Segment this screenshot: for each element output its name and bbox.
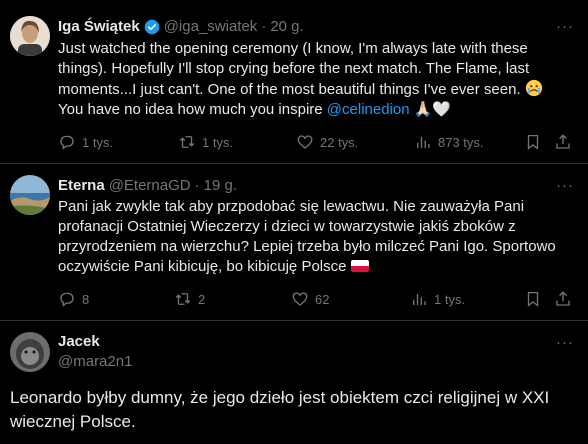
tweet-text: Pani jak zwykle tak aby przpodobać się l… — [58, 197, 574, 277]
heart-icon — [297, 135, 313, 149]
like-button[interactable]: 62 — [291, 290, 410, 308]
views-count: 873 tys. — [438, 134, 484, 150]
separator-dot: · — [261, 18, 267, 35]
heart-icon — [292, 292, 308, 306]
reply-count: 8 — [82, 291, 90, 307]
retweet-button[interactable]: 2 — [174, 290, 291, 308]
verified-badge-icon — [144, 19, 159, 34]
more-options-button[interactable]: ··· — [556, 334, 574, 351]
tweet-text: Leonardo byłby dumny, że jego dzieło jes… — [10, 388, 550, 431]
divider — [0, 163, 588, 164]
crying-face-icon — [525, 79, 542, 97]
like-count: 62 — [315, 291, 330, 307]
avatar[interactable] — [10, 16, 50, 56]
views-icon — [413, 293, 426, 305]
tweet-actions: 1 tys. 1 tys. 22 tys. 873 tys. — [58, 132, 574, 152]
like-count: 22 tys. — [320, 134, 359, 150]
tweet-text-second: You have no idea how much you inspire — [58, 101, 327, 118]
views-icon — [417, 136, 430, 148]
tweet-text: Just watched the opening ceremony (I kno… — [58, 39, 574, 120]
share-icon — [556, 134, 570, 149]
timestamp[interactable]: 20 g. — [270, 18, 303, 35]
timestamp[interactable]: 19 g. — [204, 177, 237, 194]
tweet-text-main: Pani jak zwykle tak aby przpodobać się l… — [58, 198, 556, 275]
like-button[interactable]: 22 tys. — [296, 133, 414, 151]
author-name[interactable]: Jacek — [58, 333, 100, 351]
tweet-emoji-end: 🙏🏻🤍 — [413, 101, 452, 118]
share-button[interactable] — [554, 290, 574, 308]
views-button[interactable]: 1 tys. — [410, 290, 524, 308]
author-name[interactable]: Eterna — [58, 177, 105, 194]
views-button[interactable]: 873 tys. — [414, 133, 524, 151]
author-handle[interactable]: @iga_swiatek — [164, 18, 258, 35]
retweet-count: 2 — [198, 291, 206, 307]
reply-button[interactable]: 1 tys. — [58, 133, 178, 151]
tweet-header: Iga Świątek @iga_swiatek · 20 g. — [58, 18, 304, 35]
avatar[interactable] — [10, 175, 50, 215]
retweet-icon — [179, 136, 195, 148]
bookmark-icon — [527, 134, 539, 150]
more-options-button[interactable]: ··· — [556, 18, 574, 35]
poland-flag-icon — [350, 260, 369, 272]
mention-link[interactable]: @celinedion — [327, 101, 410, 118]
views-count: 1 tys. — [434, 291, 466, 307]
reply-icon — [60, 292, 74, 307]
divider — [0, 320, 588, 321]
retweet-icon — [175, 293, 191, 305]
author-handle[interactable]: @mara2n1 — [58, 353, 132, 371]
share-icon — [556, 291, 570, 306]
tweet-actions: 8 2 62 1 tys. — [58, 289, 574, 309]
reply-button[interactable]: 8 — [58, 290, 174, 308]
bookmark-icon — [527, 291, 539, 307]
author-handle[interactable]: @EternaGD — [109, 177, 191, 194]
bookmark-button[interactable] — [524, 290, 554, 308]
author-name[interactable]: Iga Świątek — [58, 18, 140, 35]
more-options-button[interactable]: ··· — [556, 177, 574, 194]
avatar[interactable] — [10, 332, 50, 372]
retweet-button[interactable]: 1 tys. — [178, 133, 296, 151]
bookmark-button[interactable] — [524, 133, 554, 151]
share-button[interactable] — [554, 133, 574, 151]
tweet-header: Eterna @EternaGD · 19 g. — [58, 177, 237, 194]
reply-count: 1 tys. — [82, 134, 114, 150]
retweet-count: 1 tys. — [202, 134, 234, 150]
separator-dot: · — [194, 177, 200, 194]
reply-icon — [60, 135, 74, 150]
tweet-text-main: Just watched the opening ceremony (I kno… — [58, 40, 530, 98]
